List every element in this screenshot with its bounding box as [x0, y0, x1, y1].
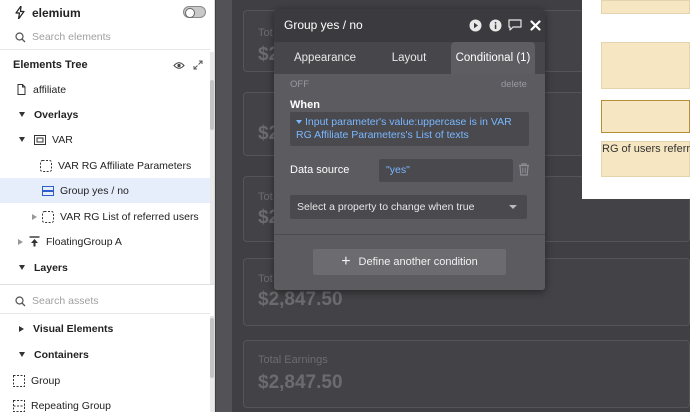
select-property-label: Select a property to change when true — [297, 201, 475, 213]
define-another-condition-button[interactable]: + Define another condition — [313, 249, 506, 275]
beige-row-selected[interactable] — [601, 100, 690, 133]
tree-item-group-yes-no[interactable]: Group yes / no — [0, 178, 210, 203]
condition-expression[interactable]: Input parameter's value:uppercase is in … — [290, 112, 529, 146]
group-dashed-icon — [40, 159, 52, 172]
tree-item-label: VAR RG Affiliate Parameters — [58, 159, 192, 172]
floating-group-icon — [28, 236, 40, 248]
search-elements-input[interactable] — [32, 31, 192, 43]
when-label: When — [290, 99, 320, 111]
asset-group[interactable]: Group — [0, 368, 210, 393]
left-sidebar: elemium Elements Tree affiliate Overlays… — [0, 0, 215, 412]
referred-users-text: RG of users referr — [602, 143, 690, 155]
tree-item-var-rg-affiliate[interactable]: VAR RG Affiliate Parameters — [0, 153, 210, 178]
tab-conditional[interactable]: Conditional (1) — [451, 42, 535, 74]
asset-label: Repeating Group — [31, 399, 111, 412]
chevron-down-icon — [509, 205, 517, 209]
group-icon — [42, 185, 54, 197]
tab-appearance[interactable]: Appearance — [284, 42, 366, 74]
search-assets-input[interactable] — [32, 295, 192, 307]
category-containers[interactable]: Containers — [0, 342, 210, 367]
condition-expression-text: Input parameter's value:uppercase is in … — [296, 116, 512, 141]
footer-divider — [274, 234, 545, 235]
elements-tree-title: Elements Tree — [13, 58, 88, 71]
tree-scrollbar-thumb[interactable] — [210, 80, 214, 130]
elements-tree-header: Elements Tree — [0, 52, 210, 77]
popup-icon — [34, 134, 46, 146]
data-source-label: Data source — [290, 164, 350, 176]
app-header: elemium — [0, 0, 210, 25]
popup-header-icons — [467, 17, 543, 33]
off-toggle[interactable]: OFF — [290, 79, 309, 90]
tree-item-label: VAR RG List of referred users — [60, 210, 199, 223]
canvas-edge-strip — [216, 0, 232, 412]
close-icon[interactable] — [527, 17, 543, 33]
card-label: Tot — [258, 273, 273, 285]
category-label: Containers — [34, 348, 89, 361]
tree-item-var-rg-referred[interactable]: VAR RG List of referred users — [0, 204, 210, 229]
app-name: elemium — [32, 5, 81, 20]
tree-item-floating-group[interactable]: FloatingGroup A — [0, 229, 210, 254]
chevron-down-icon[interactable] — [16, 134, 28, 146]
eye-icon[interactable] — [173, 59, 185, 71]
beige-row — [601, 0, 690, 14]
app-toggle-switch[interactable] — [183, 6, 206, 18]
chevron-down-icon[interactable] — [16, 262, 28, 274]
search-assets-row — [0, 289, 210, 314]
info-icon[interactable] — [487, 17, 503, 33]
card-value: $2,847.50 — [258, 372, 343, 393]
earnings-card-5[interactable]: Total Earnings $2,847.50 — [243, 340, 690, 408]
card-label: Tot — [258, 27, 273, 39]
category-label: Visual Elements — [33, 322, 114, 335]
property-editor-popup: Group yes / no Appearance Layout Conditi… — [274, 9, 545, 290]
page-icon — [15, 84, 27, 96]
card-label: Total Earnings — [258, 354, 328, 366]
plus-icon: + — [341, 253, 351, 270]
play-icon[interactable] — [467, 17, 483, 33]
search-icon — [14, 295, 26, 307]
section-divider — [0, 284, 214, 285]
chevron-down-icon[interactable] — [16, 109, 28, 121]
tree-item-affiliate[interactable]: affiliate — [0, 77, 210, 102]
popup-header[interactable]: Group yes / no — [274, 9, 545, 42]
beige-row — [601, 42, 690, 89]
data-source-input[interactable]: "yes" — [379, 159, 513, 182]
select-property-dropdown[interactable]: Select a property to change when true — [290, 195, 527, 219]
tree-item-overlays[interactable]: Overlays — [0, 102, 210, 127]
caret-down-icon — [296, 119, 302, 124]
bolt-icon — [14, 6, 26, 19]
asset-repeating-group[interactable]: Repeating Group — [0, 393, 210, 412]
trash-icon[interactable] — [518, 163, 532, 177]
popup-title: Group yes / no — [284, 18, 363, 32]
tree-item-var[interactable]: VAR — [0, 127, 210, 152]
define-button-label: Define another condition — [358, 256, 478, 268]
chevron-down-icon[interactable] — [16, 349, 28, 361]
tree-item-layers[interactable]: Layers — [0, 255, 210, 280]
category-visual-elements[interactable]: Visual Elements — [0, 316, 210, 341]
tree-item-label: FloatingGroup A — [46, 235, 122, 248]
expand-icon[interactable] — [192, 59, 204, 71]
search-icon — [14, 31, 26, 43]
delete-condition-link[interactable]: delete — [501, 79, 527, 90]
chevron-right-icon[interactable] — [28, 211, 40, 223]
tree-item-label: Layers — [34, 261, 68, 274]
asset-label: Group — [31, 374, 61, 387]
group-dashed-icon — [42, 210, 54, 223]
tree-item-label: VAR — [52, 133, 73, 146]
repeating-group-icon — [13, 399, 25, 412]
conditional-body: OFF delete When Input parameter's value:… — [274, 74, 545, 290]
group-dashed-icon — [13, 374, 25, 387]
chevron-right-icon[interactable] — [15, 323, 27, 335]
chevron-right-icon[interactable] — [14, 236, 26, 248]
assets-scrollbar-thumb[interactable] — [210, 318, 214, 378]
tree-item-label: Group yes / no — [60, 184, 129, 197]
card-label: Tot — [258, 191, 273, 203]
card-value: $2,847.50 — [258, 289, 343, 310]
tab-layout[interactable]: Layout — [372, 42, 446, 74]
tree-item-label: Overlays — [34, 108, 79, 121]
popup-tabs: Appearance Layout Conditional (1) — [274, 42, 545, 74]
search-elements-row — [0, 25, 210, 50]
comment-icon[interactable] — [507, 17, 523, 33]
tree-item-label: affiliate — [33, 83, 67, 96]
